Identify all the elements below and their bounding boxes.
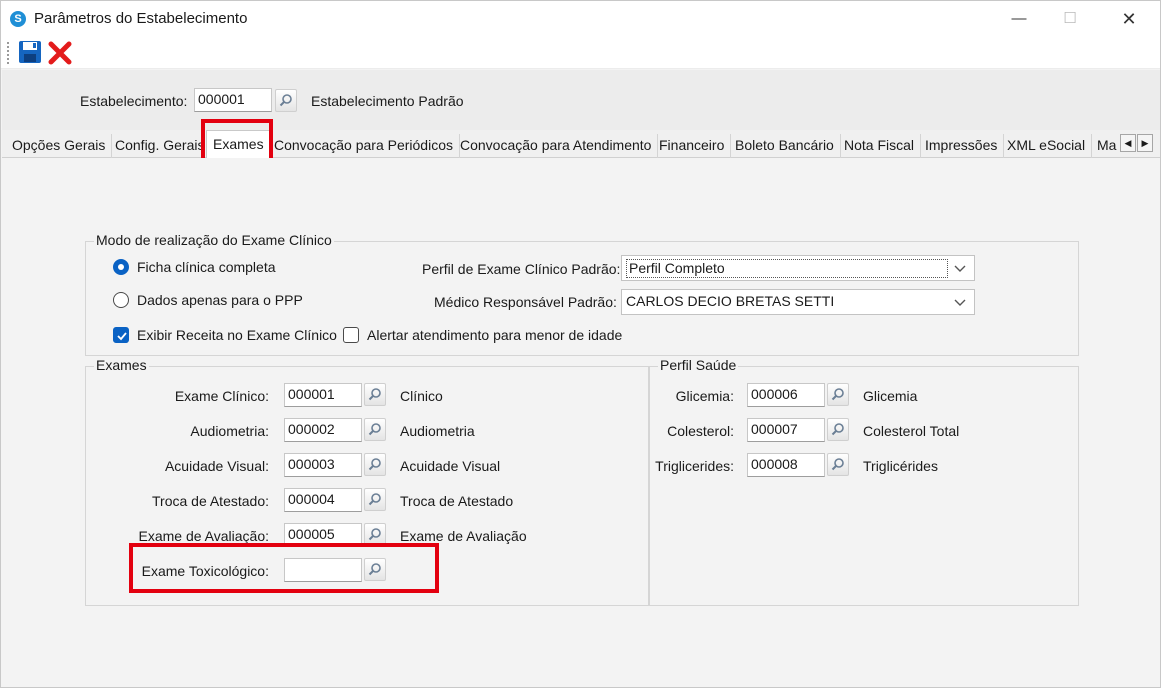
window-title: Parâmetros do Estabelecimento [34, 10, 248, 27]
colesterol-label: Colesterol: [667, 423, 734, 439]
toolbar-grip [7, 42, 10, 64]
toolbar [1, 37, 1160, 69]
floppy-disk-icon [19, 41, 41, 63]
chevron-down-icon [954, 299, 966, 306]
troca-atestado-desc: Troca de Atestado [400, 493, 514, 509]
app-logo-icon: S [10, 11, 26, 27]
toxicologico-highlight-box [129, 543, 439, 593]
ficha-completa-label: Ficha clínica completa [137, 259, 276, 275]
estabelecimento-name: Estabelecimento Padrão [311, 93, 464, 109]
alertar-menor-checkbox[interactable] [343, 327, 359, 343]
tab-scroll-right-button[interactable]: ▶ [1137, 134, 1153, 152]
glicemia-field[interactable]: 000006 [747, 383, 825, 407]
exame-avaliacao-desc: Exame de Avaliação [400, 528, 527, 544]
search-icon [831, 423, 844, 436]
tab-truncated[interactable]: Ma [1091, 134, 1122, 158]
colesterol-field[interactable]: 000007 [747, 418, 825, 442]
search-icon [368, 493, 381, 506]
tab-convocacao-atendimento[interactable]: Convocação para Atendimento [454, 134, 659, 158]
exibir-receita-label: Exibir Receita no Exame Clínico [137, 327, 337, 343]
dados-ppp-label: Dados apenas para o PPP [137, 292, 303, 308]
modo-realizacao-group: Modo de realização do Exame Clínico Fich… [85, 232, 1079, 356]
main-window: S Parâmetros do Estabelecimento — ☐ ✕ Es… [0, 0, 1161, 688]
estabelecimento-field[interactable]: 000001 [194, 88, 272, 112]
title-bar: S Parâmetros do Estabelecimento — ☐ ✕ [1, 1, 1160, 37]
tab-financeiro[interactable]: Financeiro [653, 134, 732, 158]
glicemia-label: Glicemia: [675, 388, 734, 404]
cancel-button[interactable] [47, 40, 73, 66]
audiometria-desc: Audiometria [400, 423, 475, 439]
colesterol-lookup-button[interactable] [827, 418, 849, 441]
medico-responsavel-label: Médico Responsável Padrão: [434, 294, 617, 310]
acuidade-visual-desc: Acuidade Visual [400, 458, 501, 474]
tab-convocacao-periodicos[interactable]: Convocação para Periódicos [268, 134, 460, 158]
tab-strip: Opções Gerais Config. Gerais Exames Conv… [2, 130, 1160, 159]
triglicerides-lookup-button[interactable] [827, 453, 849, 476]
search-icon [368, 388, 381, 401]
perfil-exame-combo[interactable]: Perfil Completo [621, 255, 975, 281]
tab-nota-fiscal[interactable]: Nota Fiscal [838, 134, 922, 158]
save-button[interactable] [18, 40, 42, 64]
red-x-icon [48, 41, 72, 65]
tab-scroll-left-button[interactable]: ◀ [1120, 134, 1136, 152]
audiometria-lookup-button[interactable] [364, 418, 386, 441]
medico-responsavel-combo[interactable]: CARLOS DECIO BRETAS SETTI [621, 289, 975, 315]
exame-clinico-desc: Clínico [400, 388, 443, 404]
alertar-menor-label: Alertar atendimento para menor de idade [367, 327, 623, 343]
exames-group-title: Exames [94, 357, 149, 373]
triglicerides-label: Triglicerides: [655, 458, 734, 474]
checkmark-icon [117, 332, 127, 341]
modo-realizacao-group-title: Modo de realização do Exame Clínico [94, 232, 334, 248]
minimize-button[interactable]: — [996, 5, 1042, 33]
search-icon [368, 458, 381, 471]
maximize-button[interactable]: ☐ [1047, 5, 1093, 33]
acuidade-visual-lookup-button[interactable] [364, 453, 386, 476]
estabelecimento-lookup-button[interactable] [275, 89, 297, 112]
close-button[interactable]: ✕ [1106, 5, 1152, 33]
acuidade-visual-field[interactable]: 000003 [284, 453, 362, 477]
tab-boleto-bancario[interactable]: Boleto Bancário [729, 134, 841, 158]
header-area: Estabelecimento: 000001 Estabelecimento … [2, 70, 1160, 130]
tab-xml-esocial[interactable]: XML eSocial [1001, 134, 1093, 158]
exame-clinico-label: Exame Clínico: [174, 388, 269, 404]
glicemia-desc: Glicemia [863, 388, 918, 404]
audiometria-label: Audiometria: [190, 423, 269, 439]
glicemia-lookup-button[interactable] [827, 383, 849, 406]
ficha-completa-radio[interactable] [113, 259, 129, 275]
audiometria-field[interactable]: 000002 [284, 418, 362, 442]
tab-opcoes-gerais[interactable]: Opções Gerais [6, 134, 113, 158]
colesterol-desc: Colesterol Total [863, 423, 960, 439]
search-icon [831, 388, 844, 401]
perfil-saude-group: Perfil Saúde Glicemia: 000006 Glicemia C… [649, 357, 1079, 606]
exame-clinico-lookup-button[interactable] [364, 383, 386, 406]
estabelecimento-label: Estabelecimento: [80, 93, 188, 109]
chevron-down-icon [954, 265, 966, 272]
triglicerides-desc: Triglicérides [863, 458, 938, 474]
troca-atestado-lookup-button[interactable] [364, 488, 386, 511]
troca-atestado-label: Troca de Atestado: [152, 493, 269, 509]
triglicerides-field[interactable]: 000008 [747, 453, 825, 477]
perfil-saude-group-title: Perfil Saúde [658, 357, 739, 373]
perfil-exame-label: Perfil de Exame Clínico Padrão: [422, 261, 621, 277]
search-icon [831, 458, 844, 471]
troca-atestado-field[interactable]: 000004 [284, 488, 362, 512]
exibir-receita-checkbox[interactable] [113, 327, 129, 343]
tab-config-gerais[interactable]: Config. Gerais [109, 134, 212, 158]
search-icon [279, 94, 292, 107]
acuidade-visual-label: Acuidade Visual: [164, 458, 269, 474]
exame-avaliacao-label: Exame de Avaliação: [138, 528, 270, 544]
perfil-exame-value: Perfil Completo [626, 259, 948, 278]
medico-responsavel-value: CARLOS DECIO BRETAS SETTI [626, 293, 835, 309]
exames-tab-panel: Modo de realização do Exame Clínico Fich… [5, 158, 1158, 685]
dados-ppp-radio[interactable] [113, 292, 129, 308]
search-icon [368, 423, 381, 436]
exame-clinico-field[interactable]: 000001 [284, 383, 362, 407]
tab-impressoes[interactable]: Impressões [919, 134, 1005, 158]
search-icon [368, 528, 381, 541]
